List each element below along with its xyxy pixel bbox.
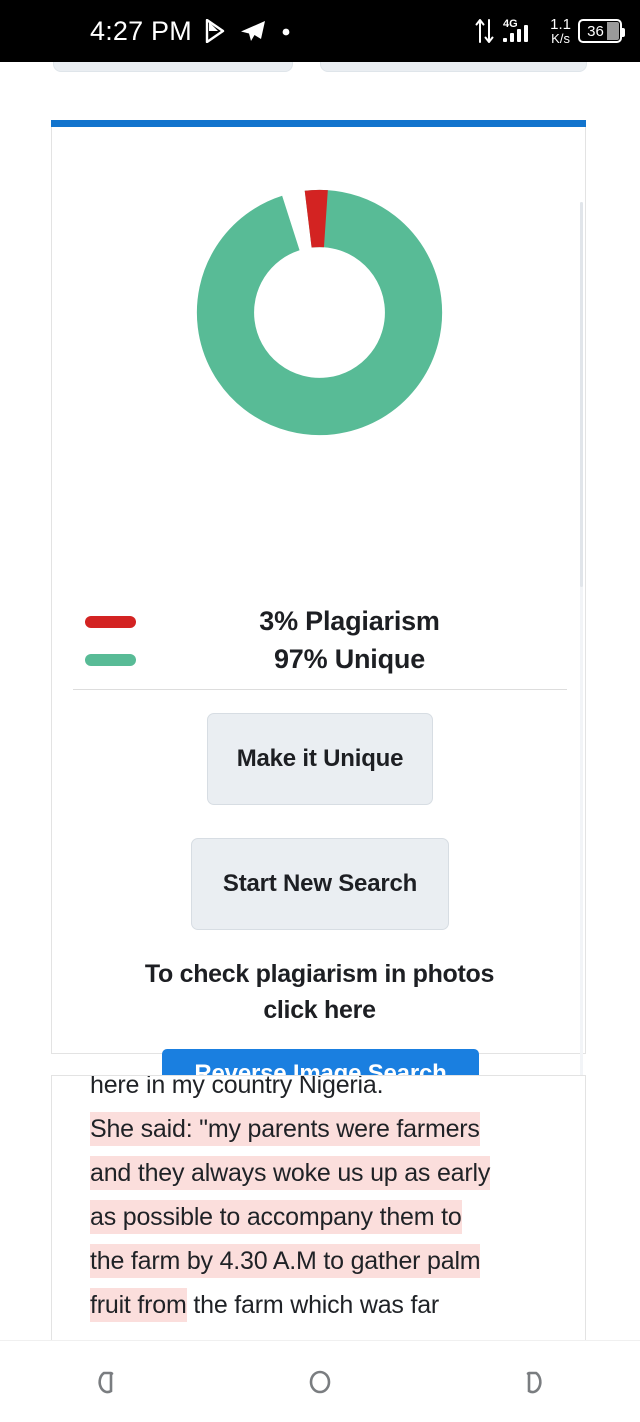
legend-swatch-unique bbox=[85, 653, 136, 666]
android-navigation-bar bbox=[0, 1340, 640, 1422]
status-bar-right: 4G 1.1 K/s 36 bbox=[474, 16, 625, 46]
plagiarism-result-card: 3% Plagiarism 97% Unique Make it Unique … bbox=[51, 127, 587, 1107]
plain-text: the farm which was far bbox=[186, 1291, 440, 1319]
svg-text:4G: 4G bbox=[503, 18, 518, 30]
text-line: and they always woke us up as early bbox=[90, 1151, 570, 1195]
status-clock: 4:27 PM bbox=[90, 15, 192, 46]
partial-card-left[interactable] bbox=[53, 62, 293, 72]
card-scrollbar-track[interactable] bbox=[580, 202, 583, 1107]
network-speed-indicator: 1.1 K/s bbox=[550, 17, 571, 45]
play-store-icon bbox=[205, 19, 225, 43]
section-divider bbox=[73, 689, 567, 690]
status-bar: 4:27 PM 4G 1.1 K/s 36 bbox=[0, 0, 640, 62]
text-line: the farm by 4.30 A.M to gather palm bbox=[90, 1239, 570, 1283]
highlighted-text: as possible to accompany them to bbox=[90, 1200, 462, 1234]
make-it-unique-button[interactable]: Make it Unique bbox=[207, 713, 433, 805]
photo-prompt-line-2: click here bbox=[263, 995, 376, 1024]
status-bar-left: 4:27 PM bbox=[90, 15, 292, 46]
home-icon[interactable] bbox=[275, 1347, 365, 1417]
chart-legend: 3% Plagiarism 97% Unique bbox=[52, 599, 587, 689]
partial-card-right[interactable] bbox=[320, 62, 587, 72]
network-speed-unit: K/s bbox=[551, 31, 570, 46]
photo-check-prompt: To check plagiarism in photos click here bbox=[72, 957, 567, 1028]
text-line: fruit from the farm which was far bbox=[90, 1283, 570, 1327]
legend-swatch-plagiarism bbox=[85, 615, 136, 628]
dot-icon bbox=[282, 28, 290, 36]
highlighted-text: the farm by 4.30 A.M to gather palm bbox=[90, 1244, 481, 1278]
photo-prompt-line-1: To check plagiarism in photos bbox=[144, 960, 495, 988]
plagiarism-donut-chart bbox=[52, 160, 587, 465]
text-line: She said: "my parents were farmers bbox=[90, 1107, 570, 1151]
legend-label-plagiarism: 3% Plagiarism bbox=[259, 606, 440, 636]
highlighted-text: fruit from bbox=[90, 1288, 187, 1322]
legend-item-plagiarism: 3% Plagiarism bbox=[52, 601, 587, 642]
highlighted-text: She said: "my parents were farmers bbox=[90, 1112, 480, 1146]
signal-bars-icon: 4G bbox=[503, 18, 529, 42]
recents-icon[interactable] bbox=[488, 1347, 578, 1417]
donut-chart-svg bbox=[196, 189, 443, 436]
phone-screen: 4:27 PM 4G 1.1 K/s 36 3% Plagiarism 97% … bbox=[0, 0, 640, 1422]
highlighted-text: and they always woke us up as early bbox=[90, 1156, 490, 1190]
data-transfer-icon bbox=[475, 19, 494, 43]
text-line-clipped: here in my country Nigeria. bbox=[90, 1075, 384, 1099]
telegram-icon bbox=[240, 21, 265, 41]
web-page-content: 3% Plagiarism 97% Unique Make it Unique … bbox=[0, 62, 640, 1340]
battery-icon: 36 bbox=[578, 19, 625, 43]
legend-label-unique: 97% Unique bbox=[273, 644, 426, 674]
network-speed-value: 1.1 bbox=[550, 16, 571, 33]
start-new-search-button[interactable]: Start New Search bbox=[191, 838, 449, 930]
card-scrollbar-thumb[interactable] bbox=[580, 202, 583, 587]
source-text-card: here in my country Nigeria. She said: "m… bbox=[51, 1075, 586, 1340]
text-line: as possible to accompany them to bbox=[90, 1195, 570, 1239]
battery-level: 36 bbox=[587, 22, 604, 40]
source-text-body: here in my country Nigeria. She said: "m… bbox=[90, 1075, 570, 1327]
legend-item-unique: 97% Unique bbox=[52, 639, 587, 680]
back-icon[interactable] bbox=[62, 1347, 152, 1417]
